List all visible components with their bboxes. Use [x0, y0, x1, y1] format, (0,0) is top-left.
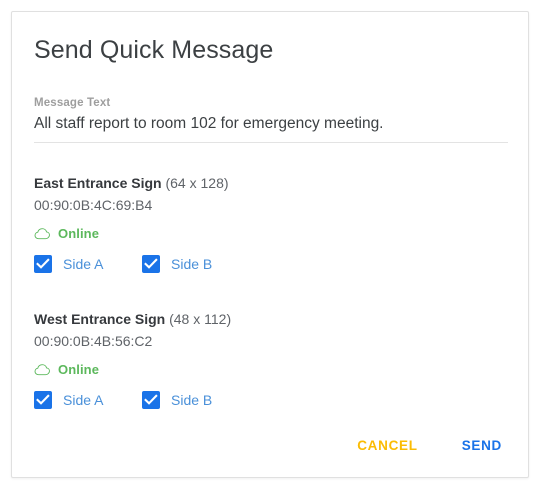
sign-status-text: Online: [58, 225, 100, 241]
sign-sides-row: Side A Side B: [34, 255, 508, 273]
sign-group-west-entrance-sign: West Entrance Sign (48 x 112) 00:90:0B:4…: [34, 310, 508, 409]
checkbox-side-a[interactable]: Side A: [34, 391, 142, 409]
checkbox-box[interactable]: [142, 391, 160, 409]
checkbox-box[interactable]: [34, 255, 52, 273]
sign-group-east-entrance-sign: East Entrance Sign (64 x 128) 00:90:0B:4…: [34, 174, 508, 273]
checkbox-box[interactable]: [142, 255, 160, 273]
send-button[interactable]: SEND: [454, 432, 510, 459]
checkbox-label: Side B: [171, 392, 213, 408]
sign-header: West Entrance Sign (48 x 112): [34, 310, 508, 329]
checkbox-label: Side A: [63, 256, 104, 272]
dialog-actions: CANCEL SEND: [349, 432, 510, 459]
checkbox-box[interactable]: [34, 391, 52, 409]
message-text-label: Message Text: [34, 97, 111, 109]
message-text-input[interactable]: All staff report to room 102 for emergen…: [34, 115, 508, 143]
sign-mac-address: 00:90:0B:4C:69:B4: [34, 197, 153, 213]
sign-status-row: Online: [34, 361, 508, 377]
checkbox-side-b[interactable]: Side B: [142, 391, 250, 409]
cancel-button[interactable]: CANCEL: [349, 432, 425, 459]
message-text-field-block: Message Text All staff report to room 10…: [34, 97, 508, 143]
checkbox-side-a[interactable]: Side A: [34, 255, 142, 273]
check-icon: [36, 258, 50, 269]
dialog-title: Send Quick Message: [34, 36, 274, 64]
check-icon: [144, 394, 158, 405]
checkbox-label: Side B: [171, 256, 213, 272]
cloud-icon: [34, 227, 50, 239]
sign-mac-address: 00:90:0B:4B:56:C2: [34, 333, 153, 349]
sign-status-row: Online: [34, 225, 508, 241]
sign-dimensions: (64 x 128): [165, 175, 229, 191]
check-icon: [144, 258, 158, 269]
sign-sides-row: Side A Side B: [34, 391, 508, 409]
check-icon: [36, 394, 50, 405]
sign-dimensions: (48 x 112): [169, 311, 232, 327]
checkbox-label: Side A: [63, 392, 104, 408]
send-quick-message-dialog: Send Quick Message Message Text All staf…: [11, 11, 529, 478]
sign-name: East Entrance Sign: [34, 175, 162, 191]
cloud-icon: [34, 363, 50, 375]
sign-header: East Entrance Sign (64 x 128): [34, 174, 508, 193]
sign-name: West Entrance Sign: [34, 311, 166, 327]
checkbox-side-b[interactable]: Side B: [142, 255, 250, 273]
sign-status-text: Online: [58, 361, 100, 377]
